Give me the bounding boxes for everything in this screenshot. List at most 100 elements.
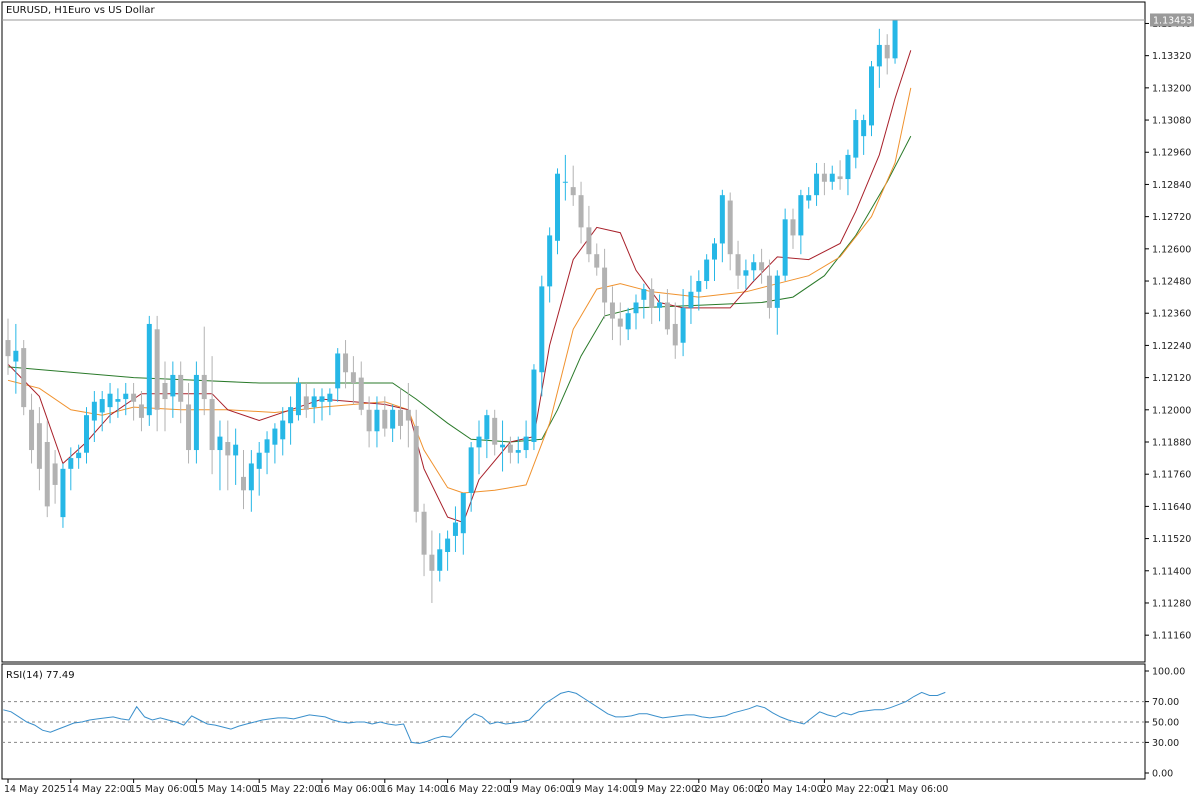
candle-body [445,538,451,552]
candle-body [617,318,623,327]
candle-body [476,436,482,448]
price-tick-label: 1.13080 [1152,116,1191,127]
time-tick-label: 15 May 06:00 [130,784,195,795]
candle-body [84,415,89,453]
candle-body [311,396,317,408]
candle-body [680,307,686,343]
candle-body [774,275,780,308]
candle-body [390,409,396,429]
candle-body [405,409,411,421]
rsi-tick-label: 50.00 [1152,718,1179,729]
candle-body [233,444,239,456]
candle-body [743,270,749,276]
candle-body [869,66,874,126]
candle-body [264,439,270,453]
candle-body [272,428,278,445]
candle-body [759,262,765,271]
candle-body [821,173,827,182]
candle-body [225,442,231,456]
rsi-tick-label: 70.00 [1152,697,1179,708]
candle-body [421,511,427,555]
candle-body [672,323,678,346]
candle-body [531,369,537,442]
time-tick-label: 20 May 22:00 [820,784,885,795]
rsi-tick-label: 100.00 [1152,667,1185,678]
candle-body [209,399,215,451]
chart-canvas: 1.134401.133201.132001.130801.129601.128… [1,1,1194,795]
candle-body [131,393,137,402]
candle-body [60,468,66,518]
candle-body [853,120,859,158]
price-tick-label: 1.13200 [1152,83,1191,94]
price-tick-label: 1.12240 [1152,341,1191,352]
candle-body [884,44,890,59]
candle-body [578,195,584,228]
candle-body [21,348,27,408]
time-tick-label: 19 May 22:00 [632,784,697,795]
candle-body [99,399,105,413]
time-tick-label: 15 May 22:00 [255,784,320,795]
time-axis: 14 May 2025 14 May 22:0015 May 06:0015 Ma… [4,779,948,795]
last-price-value: 1.13453 [1153,15,1192,26]
candle-body [413,425,419,512]
candle-body [68,458,74,469]
price-axis: 1.134401.133201.132001.130801.129601.128… [1145,19,1191,642]
candle-body [13,350,19,362]
time-tick-label: 19 May 06:00 [506,784,571,795]
candle-body [437,549,443,571]
candle-body [704,259,710,282]
time-tick-label: 19 May 14:00 [569,784,634,795]
candle-body [358,377,364,410]
candle-body [688,291,694,308]
time-tick-label: 15 May 14:00 [192,784,257,795]
candle-body [641,289,647,300]
candle-body [327,393,333,402]
candle-body [555,173,560,241]
chart-description: Euro vs US Dollar [68,5,156,16]
candle-body [798,195,804,236]
price-tick-label: 1.12720 [1152,212,1191,223]
time-tick-label: 20 May 06:00 [695,784,760,795]
candle-body [735,254,741,276]
candle-body [303,396,309,410]
candle-body [217,436,223,451]
candle-body [712,243,717,260]
candle-body [115,399,121,402]
price-tick-label: 1.12480 [1152,277,1191,288]
rsi-axis: 100.00 70.00 50.00 30.00 0.00 [1145,667,1185,780]
candle-body [837,176,843,180]
candle-body [382,409,388,429]
price-tick-label: 1.12600 [1152,244,1191,255]
candle-body [594,254,600,268]
price-tick-label: 1.12840 [1152,180,1191,191]
candle-body [138,404,144,418]
time-tick-label: 16 May 22:00 [444,784,509,795]
candle-body [570,187,576,196]
candle-body [398,409,403,426]
chart-symbol-label: EURUSD, H1: [6,5,72,16]
rsi-title: RSI(14) 77.49 [6,670,75,681]
price-tick-label: 1.11760 [1152,470,1191,481]
main-panel-frame [1,1,1146,663]
candle-body [76,452,82,459]
price-tick-label: 1.11160 [1152,631,1191,642]
candle-body [727,200,733,255]
price-tick-label: 1.11400 [1152,566,1191,577]
candle-body [806,195,812,201]
candle-body [280,420,286,440]
candle-body [241,476,246,491]
candle-body [484,415,490,440]
candle-body [751,262,757,271]
candle-body [562,181,568,183]
candle-body [460,492,466,534]
candle-body [766,275,772,308]
candle-body [154,329,160,410]
candle-body [29,409,35,451]
candle-body [186,404,192,451]
price-tick-label: 1.12000 [1152,405,1191,416]
candle-body [468,447,474,493]
time-tick-label: 14 May 22:00 [67,784,132,795]
candle-body [178,374,184,402]
candle-body [162,382,168,400]
candle-body [44,442,50,507]
